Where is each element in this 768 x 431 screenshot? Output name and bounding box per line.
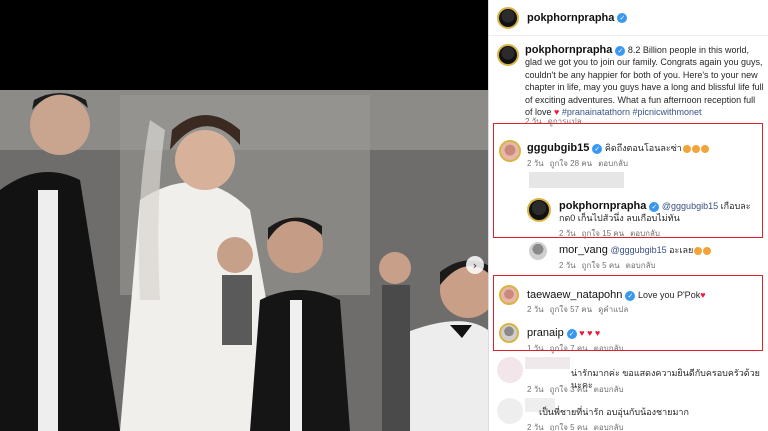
redacted-username xyxy=(525,357,570,369)
owner-username[interactable]: pokphornprapha xyxy=(527,12,614,24)
comment-likes[interactable]: ถูกใจ 5 คน xyxy=(582,261,620,270)
owner-avatar[interactable] xyxy=(497,6,519,29)
reply-button[interactable]: ตอบกลับ xyxy=(594,385,624,394)
next-photo-button[interactable]: › xyxy=(466,256,484,274)
verified-icon: ✓ xyxy=(617,12,628,23)
comment-time: 2 วัน xyxy=(527,385,544,394)
post-photo: › xyxy=(0,0,488,431)
post-header: pokphornprapha ✓ xyxy=(489,0,768,36)
caption-username[interactable]: pokphornprapha xyxy=(525,44,612,56)
reply-button[interactable]: ตอบกลับ xyxy=(626,261,656,270)
comment-text: อะเลย xyxy=(669,245,694,255)
caption: pokphornprapha ✓ 8.2 Billion people in th… xyxy=(525,44,765,118)
comment-likes[interactable]: ถูกใจ 3 คน xyxy=(550,385,588,394)
hashtag-link[interactable]: #picnicwithmonet xyxy=(632,107,701,117)
caption-avatar[interactable] xyxy=(497,44,519,66)
emoji-icon xyxy=(703,246,712,255)
highlight-box xyxy=(493,275,763,351)
comment-meta: 2 วัน ถูกใจ 5 คน ตอบกลับ xyxy=(527,421,630,431)
mention-link[interactable]: @gggubgib15 xyxy=(610,245,666,255)
wedding-photo-illustration xyxy=(0,0,488,431)
commenter-avatar[interactable] xyxy=(497,398,523,424)
comment-meta: 2 วัน ถูกใจ 3 คน ตอบกลับ xyxy=(527,383,630,396)
comment-likes[interactable]: ถูกใจ 5 คน xyxy=(550,423,588,431)
commenter-avatar[interactable] xyxy=(497,357,523,383)
reply-button[interactable]: ตอบกลับ xyxy=(594,423,624,431)
comment-time: 2 วัน xyxy=(527,423,544,431)
highlight-box xyxy=(493,123,763,238)
reply-avatar[interactable] xyxy=(529,242,547,260)
comments-pane: pokphornprapha ✓ pokphornprapha ✓ 8.2 Bil… xyxy=(489,0,768,431)
comment-text: เป็นพี่ชายที่น่ารัก อบอุ่นกับน้องชายมาก xyxy=(539,407,689,417)
comment-username[interactable]: mor_vang xyxy=(559,244,608,256)
comment-time: 2 วัน xyxy=(559,261,576,270)
verified-icon: ✓ xyxy=(615,45,626,56)
comment-meta: 2 วัน ถูกใจ 5 คน ตอบกลับ xyxy=(559,259,662,272)
emoji-icon xyxy=(694,246,703,255)
reply-mor-vang: mor_vang @gggubgib15 อะเลย xyxy=(559,244,759,256)
